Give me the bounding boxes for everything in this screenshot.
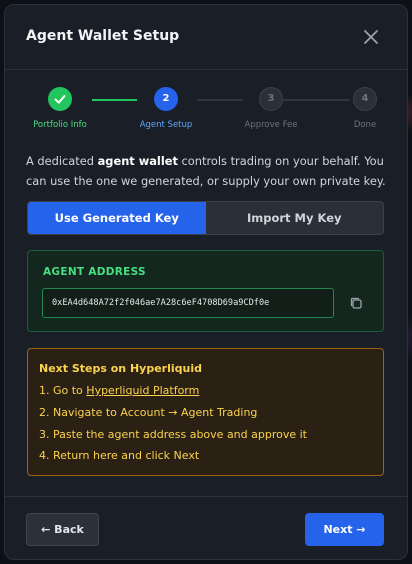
next-steps-panel: Next Steps on Hyperliquid 1. Go to Hyper… [27, 348, 384, 476]
copy-icon[interactable] [348, 295, 364, 311]
step-label: Approve Fee [244, 120, 298, 130]
next-step-1: 1. Go to Hyperliquid Platform [39, 384, 199, 397]
agent-wallet-modal: Agent Wallet Setup Portfolio Info 2 Agen… [4, 4, 408, 560]
step-label: Done [353, 120, 377, 130]
check-icon [48, 87, 72, 111]
next-button[interactable]: Next → [305, 513, 384, 546]
modal-title: Agent Wallet Setup [26, 28, 180, 44]
step-number: 2 [154, 87, 178, 111]
step-approve-fee: 3 Approve Fee [231, 87, 311, 130]
close-icon[interactable] [361, 27, 381, 47]
next-step-1-prefix: 1. Go to [39, 384, 87, 397]
step-agent-setup: 2 Agent Setup [126, 87, 206, 130]
description-bold: agent wallet [97, 154, 178, 168]
next-step-2: 2. Navigate to Account → Agent Trading [39, 406, 258, 419]
progress-stepper: Portfolio Info 2 Agent Setup 3 Approve F… [5, 87, 407, 137]
tab-use-generated-key[interactable]: Use Generated Key [28, 202, 206, 234]
back-button[interactable]: ← Back [26, 513, 99, 546]
key-source-tabs: Use Generated Key Import My Key [27, 201, 384, 235]
hyperliquid-platform-link[interactable]: Hyperliquid Platform [86, 384, 199, 397]
modal-header: Agent Wallet Setup [5, 5, 407, 70]
next-step-3: 3. Paste the agent address above and app… [39, 428, 307, 441]
step-label: Agent Setup [139, 120, 193, 130]
tab-import-my-key[interactable]: Import My Key [205, 202, 383, 234]
next-step-4: 4. Return here and click Next [39, 449, 200, 462]
agent-address-label: AGENT ADDRESS [43, 266, 146, 278]
description-text: A dedicated agent wallet controls tradin… [26, 151, 388, 191]
modal-footer: ← Back Next → [5, 496, 407, 559]
agent-address-panel: AGENT ADDRESS 0xEA4d648A72f2f046ae7A28c6… [27, 250, 384, 332]
step-label: Portfolio Info [33, 120, 87, 130]
step-number: 3 [259, 87, 283, 111]
agent-address-field[interactable]: 0xEA4d648A72f2f046ae7A28c6eF4708D69a9CDf… [42, 288, 334, 318]
description-prefix: A dedicated [26, 154, 98, 168]
step-done: 4 Done [325, 87, 405, 130]
next-steps-title: Next Steps on Hyperliquid [39, 362, 202, 375]
step-portfolio-info: Portfolio Info [20, 87, 100, 130]
step-number: 4 [353, 87, 377, 111]
